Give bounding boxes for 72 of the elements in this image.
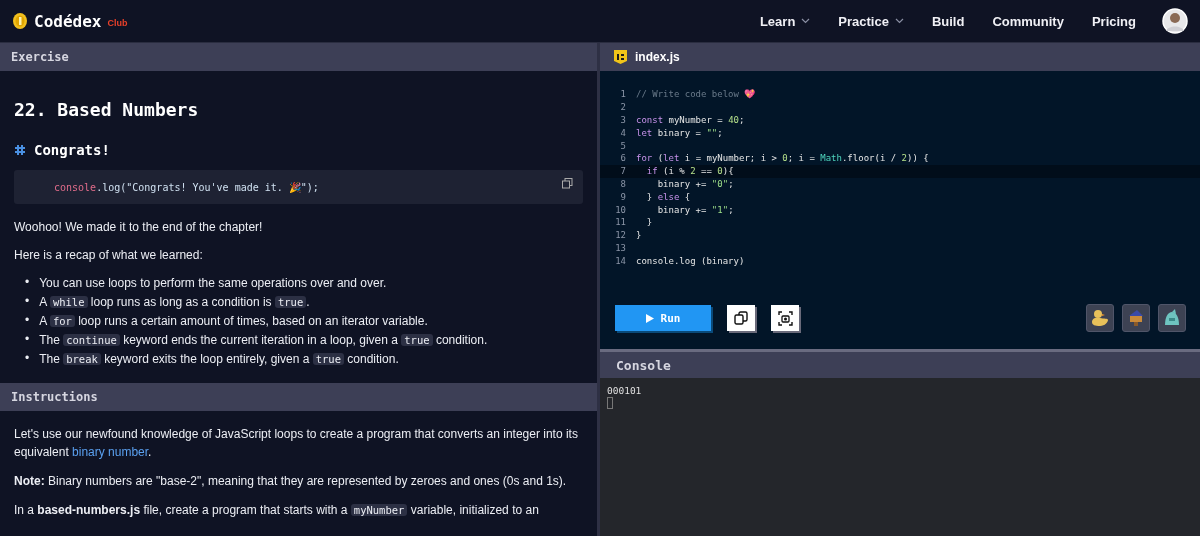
nav-link[interactable]: Build [931,13,965,29]
coin-icon [12,12,28,30]
code-line: for (let i = myNumber; i > 0; i = Math.floor(i / 2)) { [636,153,929,164]
console-header: Console [600,349,1200,378]
bullet-item: The break keyword exits the loop entirely, given a true condition. [39,351,399,368]
exercise-header: Exercise [0,43,597,71]
bullet-item: A for loop runs a certain amount of times, based on an iterator variable. [39,313,428,330]
nav-link[interactable]: Learn [759,13,811,29]
paragraph: Woohoo! We made it to the end of the chapter! [14,219,264,236]
line-number: 2 [619,102,626,113]
copy-icon[interactable] [562,178,573,189]
file-tab[interactable]: index.js [600,43,1200,71]
line-number: 12 [614,230,626,241]
exercise-title: 22. Based Numbers [14,99,200,120]
js-file-icon [614,50,627,64]
avatar-icon[interactable] [1162,8,1188,34]
hash-icon [14,144,26,156]
line-number: 10 [614,204,626,215]
code-line: } [645,217,653,228]
nav-link[interactable]: Practice [838,13,904,29]
paragraph: Note: Binary numbers are "base-2", meaning that they are represented by zeroes and ones (0s and 1s). [14,473,568,490]
paragraph: Here is a recap of what we learned: [14,247,204,264]
link[interactable]: binary number [72,445,149,459]
code-line: let binary = ""; [636,127,723,138]
line-number: 7 [619,166,626,177]
bullet-marker: • [25,331,30,348]
instructions-header: Instructions [0,383,597,411]
bullet-marker: • [25,312,30,329]
bullet-item: The continue keyword ends the current iteration in a loop, given a true condition. [39,332,488,349]
code-line: // Write code below 💖 [636,89,756,100]
camera-icon [777,310,793,326]
code-line: binary += "1"; [656,204,734,215]
line-number: 14 [614,255,626,266]
line-number: 13 [614,242,626,253]
copy-icon [734,311,748,325]
code-line: } [636,230,642,241]
paragraph: In a based-numbers.js file, create a program that starts with a myNumber variable, initialized to an [14,502,540,519]
duck-icon [1090,308,1110,328]
code-editor[interactable] [600,71,1200,349]
nav-link[interactable]: Pricing [1091,13,1136,29]
copy-button[interactable] [727,305,755,331]
wizard-button[interactable] [1122,304,1150,332]
bullet-marker: • [25,274,30,291]
line-number: 11 [614,217,626,228]
code-line: const myNumber = 40; [636,115,745,125]
code-line: } else { [645,191,691,202]
logo-text[interactable]: Codédex [34,11,102,31]
creature-button[interactable] [1158,304,1186,332]
club-label: Club [107,17,128,28]
line-number: 6 [619,153,626,164]
code-line: if (i % 2 == 0){ [645,166,734,177]
screenshot-button[interactable] [771,305,799,331]
play-icon [645,313,654,323]
console-output: 000101 [607,385,642,396]
bullet-item: You can use loops to perform the same operations over and over. [39,275,387,292]
line-number: 4 [619,127,626,138]
line-number: 8 [619,178,626,189]
line-number: 5 [619,140,626,151]
bullet-marker: • [25,350,30,367]
nav-link[interactable]: Community [992,13,1064,29]
duck-button[interactable] [1086,304,1114,332]
code-line: console.log (binary) [636,255,745,266]
line-number: 1 [619,89,626,100]
bullet-item: A while loop runs as long as a condition is true . [39,294,310,311]
bullet-marker: • [25,293,30,310]
code-line: binary += "0"; [656,178,734,189]
paragraph: Let's use our newfound knowledge of JavaScript loops to create a program that converts an integer into its equivalent binary number. [14,426,579,461]
line-number: 3 [619,115,626,125]
code-line: console.log("Congrats! You've made it. 🎉"); [54,181,319,193]
section-heading: Congrats! [34,142,110,158]
text-cursor [607,397,613,409]
line-number: 9 [619,191,626,202]
